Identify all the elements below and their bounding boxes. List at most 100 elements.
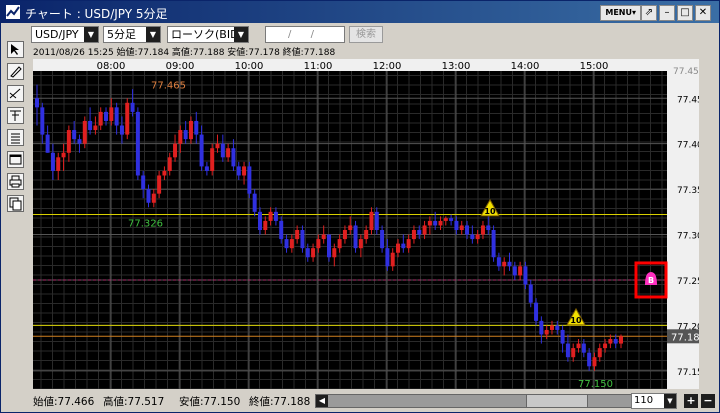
mid-price-label: 77.326 <box>128 219 163 230</box>
text-tool-icon[interactable] <box>7 107 24 124</box>
scroll-left-icon[interactable]: ◀ <box>316 395 328 407</box>
chart-toolbar: USD/JPY ▼ 5分足 ▼ ローソク(BID) ▼ / / 検索 <box>31 24 719 46</box>
chevron-down-icon[interactable]: ▼ <box>664 394 676 408</box>
candle-body <box>98 111 103 126</box>
zoom-in-icon[interactable]: + <box>684 394 698 408</box>
candle-body <box>438 220 443 226</box>
y-tick-label-top: 77.450 <box>673 67 699 77</box>
candle-body <box>35 98 39 108</box>
x-tick-label: 09:00 <box>166 61 195 72</box>
candle-body <box>316 239 321 249</box>
title-bar[interactable]: チャート : USD/JPY 5分足 MENU▾ ⇗ – □ ✕ <box>1 1 719 23</box>
candle-body <box>512 266 517 276</box>
time-axis-panel <box>33 59 667 71</box>
candle-body <box>486 225 491 230</box>
zoom-out-icon[interactable]: − <box>701 394 715 408</box>
candle-body <box>295 230 300 240</box>
timeframe-select-value: 5分足 <box>107 28 136 41</box>
chart-app-icon <box>6 5 20 19</box>
candle-body <box>104 111 109 121</box>
candle-body <box>273 211 278 221</box>
chart-area[interactable]: 08:00 09:00 10:00 11:00 12:00 13:00 14:00 15:00… <box>33 59 709 390</box>
candle-body <box>406 239 411 249</box>
candle-body <box>544 329 549 335</box>
close-value: 終値:77.188 <box>249 396 311 408</box>
candle-body <box>613 339 618 344</box>
alert-label: 10 <box>570 316 582 325</box>
candle-body <box>587 352 592 367</box>
high-value: 高値:77.517 <box>103 396 165 408</box>
cursor-icon[interactable] <box>7 41 24 58</box>
line-tool-icon[interactable] <box>7 85 24 102</box>
candle-body <box>72 130 77 140</box>
candle-body <box>560 329 565 344</box>
candle-body <box>284 239 289 249</box>
candle-body <box>433 220 438 226</box>
candle-body <box>300 230 305 249</box>
candle-body <box>422 225 427 235</box>
candle-body <box>268 211 273 221</box>
current-price-label: 77.188 <box>671 332 699 343</box>
timeframe-select[interactable]: 5分足 ▼ <box>103 26 161 43</box>
candle-body <box>337 239 342 249</box>
candlestick-chart[interactable]: 08:00 09:00 10:00 11:00 12:00 13:00 14:00 15:00… <box>33 59 709 390</box>
horizontal-scrollbar[interactable]: ◀ ▶ <box>315 394 660 408</box>
candle-body <box>411 230 416 240</box>
zoom-select-value: 110 <box>634 395 654 406</box>
candle-body <box>332 248 337 258</box>
candle-body <box>496 257 501 267</box>
low-price-label: 77.150 <box>578 379 613 389</box>
chevron-down-icon[interactable]: ▼ <box>84 27 98 42</box>
candle-body <box>459 225 464 230</box>
copy-icon[interactable] <box>7 195 24 212</box>
candle-body <box>157 175 162 194</box>
candle-body <box>342 230 347 240</box>
candle-body <box>289 239 294 249</box>
candle-body <box>491 230 496 258</box>
chevron-down-icon[interactable]: ▼ <box>146 27 160 42</box>
candle-type-select[interactable]: ローソク(BID) ▼ <box>167 26 249 43</box>
maximize-icon[interactable]: □ <box>677 5 693 21</box>
candle-body <box>226 148 231 158</box>
pair-select[interactable]: USD/JPY ▼ <box>31 26 99 43</box>
candle-body <box>597 348 602 358</box>
candle-body <box>125 102 130 135</box>
candle-body <box>194 120 199 135</box>
menu-button[interactable]: MENU▾ <box>600 5 641 21</box>
search-button[interactable]: 検索 <box>349 26 383 43</box>
candle-type-select-value: ローソク(BID) <box>171 28 243 41</box>
candle-body <box>528 284 533 303</box>
candle-body <box>183 130 188 140</box>
zoom-select[interactable]: 110 ▼ <box>631 393 677 409</box>
pin-icon[interactable]: ⇗ <box>641 5 657 21</box>
candle-body <box>263 220 268 230</box>
window-icon[interactable] <box>7 151 24 168</box>
candle-body <box>369 211 374 230</box>
candle-body <box>141 175 146 190</box>
candle-body <box>167 157 172 171</box>
candle-body <box>417 230 422 235</box>
candle-body <box>475 234 480 240</box>
close-icon[interactable]: ✕ <box>695 5 711 21</box>
candle-body <box>374 211 379 230</box>
candle-body <box>119 125 124 135</box>
pencil-icon[interactable] <box>7 63 24 80</box>
list-icon[interactable] <box>7 129 24 146</box>
minimize-icon[interactable]: – <box>659 5 675 21</box>
candle-body <box>507 261 512 267</box>
high-price-label: 77.465 <box>151 81 186 92</box>
candle-body <box>385 248 390 267</box>
candle-body <box>443 218 448 221</box>
candle-body <box>77 139 82 144</box>
date-input[interactable]: / / <box>265 26 345 43</box>
candle-body <box>82 120 87 144</box>
chevron-down-icon[interactable]: ▼ <box>234 27 248 42</box>
candle-body <box>135 111 140 176</box>
candle-body <box>151 193 156 203</box>
candle-body <box>534 302 539 321</box>
candle-body <box>401 243 406 249</box>
candle-body <box>231 148 236 167</box>
print-icon[interactable] <box>7 173 24 190</box>
scroll-thumb[interactable] <box>526 395 588 407</box>
candle-body <box>390 252 395 267</box>
